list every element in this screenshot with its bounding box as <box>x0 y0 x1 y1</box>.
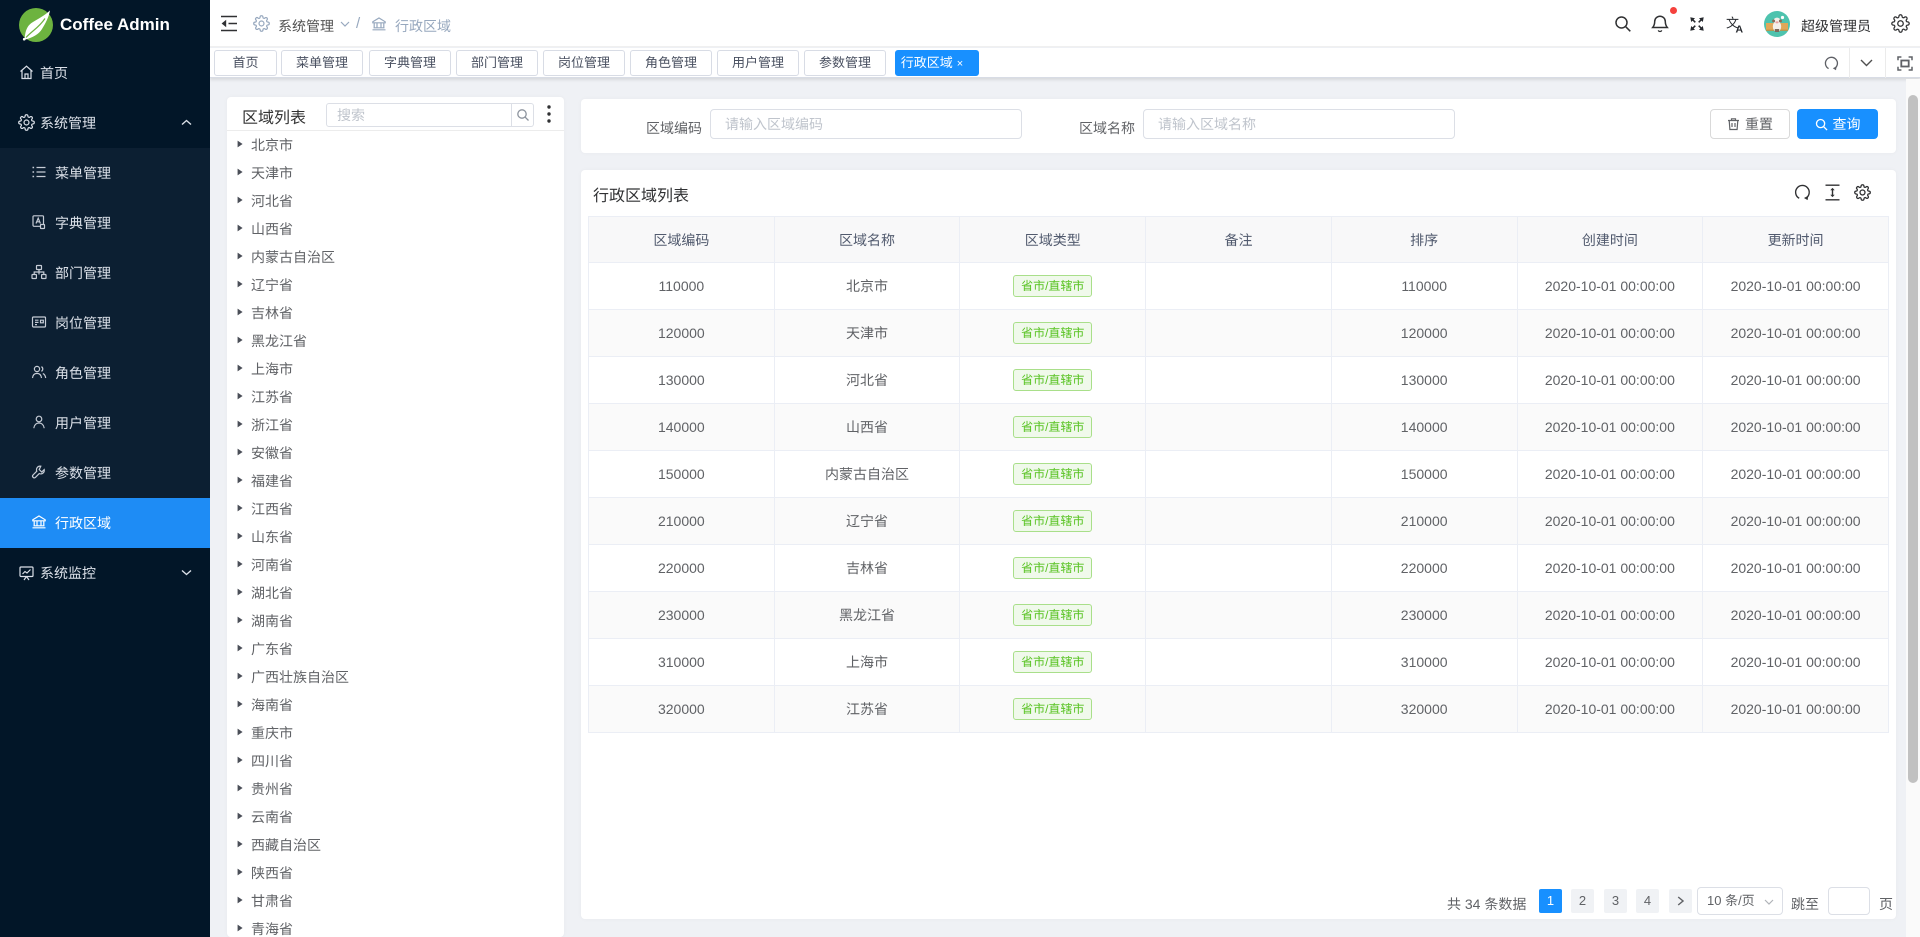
svg-text:A: A <box>1736 24 1744 34</box>
